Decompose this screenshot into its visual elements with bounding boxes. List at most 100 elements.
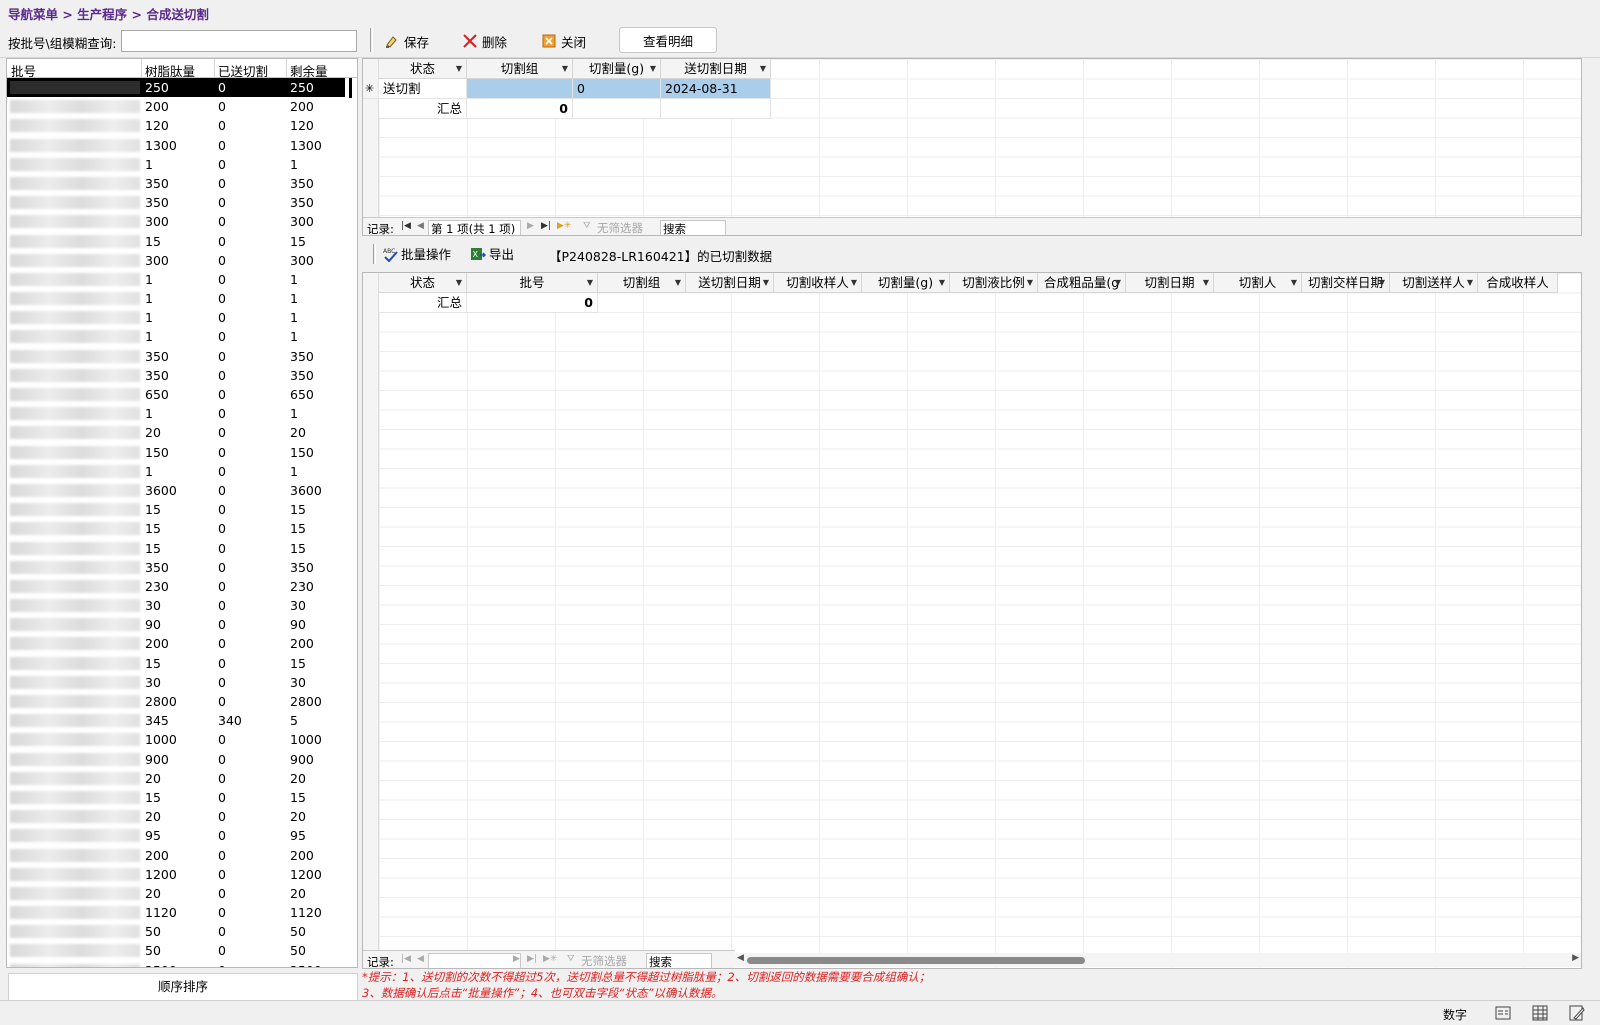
- batch-row[interactable]: 15 0 15: [7, 500, 357, 519]
- batch-list-scrollbar[interactable]: [345, 78, 357, 967]
- batch-row[interactable]: 1 0 1: [7, 462, 357, 481]
- top-row-group[interactable]: [467, 79, 573, 99]
- batch-row[interactable]: 1 0 1: [7, 155, 357, 174]
- dropdown-arrow-icon[interactable]: ▼: [851, 273, 857, 292]
- batch-row[interactable]: 2800 0 2800: [7, 692, 357, 711]
- bottom-col-4[interactable]: 切割收样人 ▼: [774, 273, 862, 293]
- batch-row[interactable]: 15 0 15: [7, 232, 357, 251]
- dropdown-arrow-icon[interactable]: ▼: [675, 273, 681, 292]
- no-filter-label[interactable]: 无筛选器: [581, 953, 627, 968]
- top-col-status[interactable]: 状态 ▼: [379, 59, 467, 79]
- batch-row[interactable]: 200 0 200: [7, 846, 357, 865]
- bottom-col-7[interactable]: 合成粗品量(g ▼: [1038, 273, 1126, 293]
- record-position-input[interactable]: 第 1 项(共 1 项): [428, 220, 521, 235]
- export-button[interactable]: X 导出: [470, 244, 514, 263]
- batch-row[interactable]: 15 0 15: [7, 519, 357, 538]
- batch-row[interactable]: 350 0 350: [7, 558, 357, 577]
- batch-row[interactable]: 50 0 50: [7, 922, 357, 941]
- bottom-col-8[interactable]: 切割日期 ▼: [1126, 273, 1214, 293]
- batch-row[interactable]: 1 0 1: [7, 308, 357, 327]
- dropdown-arrow-icon[interactable]: ▼: [1203, 273, 1209, 292]
- batch-list[interactable]: 批号 树脂肽量 已送切割 剩余量 250 0 250 200 0 200 120 0 120 13…: [6, 58, 358, 968]
- dropdown-arrow-icon[interactable]: ▼: [1291, 273, 1297, 292]
- batch-row[interactable]: 1 0 1: [7, 270, 357, 289]
- batch-row[interactable]: 345 340 5: [7, 711, 357, 730]
- design-view-icon[interactable]: [1568, 1004, 1586, 1022]
- form-view-icon[interactable]: [1494, 1004, 1512, 1022]
- top-row-date[interactable]: 2024-08-31: [661, 79, 771, 99]
- batch-row[interactable]: 350 0 350: [7, 193, 357, 212]
- dropdown-arrow-icon[interactable]: ▼: [1467, 273, 1473, 292]
- horizontal-scrollbar[interactable]: ◀ ▶: [735, 953, 1581, 967]
- batch-row[interactable]: 300 0 300: [7, 212, 357, 231]
- scroll-right-icon[interactable]: ▶: [1572, 953, 1579, 963]
- scroll-left-icon[interactable]: ◀: [737, 953, 744, 963]
- bottom-col-6[interactable]: 切割液比例 ▼: [950, 273, 1038, 293]
- dropdown-arrow-icon[interactable]: ▼: [562, 59, 568, 78]
- view-detail-button[interactable]: 查看明细: [619, 27, 717, 53]
- last-record-icon[interactable]: ▶|: [541, 221, 551, 231]
- record-position-input[interactable]: [428, 953, 521, 968]
- first-record-icon[interactable]: |◀: [401, 221, 411, 231]
- batch-row[interactable]: 15 0 15: [7, 539, 357, 558]
- batch-row[interactable]: 250 0 250: [7, 78, 347, 98]
- bottom-col-10[interactable]: 切割交样日期 ▼: [1302, 273, 1390, 293]
- batch-row[interactable]: 30 0 30: [7, 673, 357, 692]
- scrollbar-thumb[interactable]: [349, 78, 352, 98]
- bottom-col-2[interactable]: 切割组 ▼: [598, 273, 686, 293]
- dropdown-arrow-icon[interactable]: ▼: [587, 273, 593, 292]
- batch-row[interactable]: 3600 0 3600: [7, 481, 357, 500]
- dropdown-arrow-icon[interactable]: ▼: [760, 59, 766, 78]
- bottom-col-11[interactable]: 切割送样人 ▼: [1390, 273, 1478, 293]
- bottom-col-3[interactable]: 送切割日期 ▼: [686, 273, 774, 293]
- batch-row[interactable]: 150 0 150: [7, 443, 357, 462]
- dropdown-arrow-icon[interactable]: ▼: [939, 273, 945, 292]
- top-col-date[interactable]: 送切割日期 ▼: [661, 59, 771, 79]
- dropdown-arrow-icon[interactable]: ▼: [1115, 273, 1121, 292]
- new-record-icon[interactable]: ▶✳: [557, 221, 571, 231]
- batch-row[interactable]: 200 0 200: [7, 634, 357, 653]
- top-search-input[interactable]: 搜索: [660, 220, 726, 235]
- next-record-icon[interactable]: ▶: [513, 954, 520, 964]
- batch-row[interactable]: 90 0 90: [7, 615, 357, 634]
- batch-row[interactable]: 50 0 50: [7, 941, 357, 960]
- bottom-col-1[interactable]: 批号 ▼: [467, 273, 598, 293]
- bottom-col-12[interactable]: 合成收样人: [1478, 273, 1558, 293]
- batch-row[interactable]: 350 0 350: [7, 174, 357, 193]
- batch-row[interactable]: 230 0 230: [7, 577, 357, 596]
- dropdown-arrow-icon[interactable]: ▼: [1027, 273, 1033, 292]
- close-button[interactable]: 关闭: [541, 29, 586, 53]
- batch-row[interactable]: 1300 0 1300: [7, 136, 357, 155]
- delete-button[interactable]: 删除: [462, 29, 507, 53]
- top-col-group[interactable]: 切割组 ▼: [467, 59, 573, 79]
- batch-row[interactable]: 120 0 120: [7, 116, 357, 135]
- bottom-search-input[interactable]: 搜索: [646, 953, 712, 968]
- top-col-qty[interactable]: 切割量(g) ▼: [573, 59, 661, 79]
- no-filter-label[interactable]: 无筛选器: [597, 220, 643, 235]
- dropdown-arrow-icon[interactable]: ▼: [456, 59, 462, 78]
- batch-row[interactable]: 1000 0 1000: [7, 730, 357, 749]
- top-row-status[interactable]: 送切割: [379, 79, 467, 99]
- last-record-icon[interactable]: ▶|: [527, 954, 537, 964]
- dropdown-arrow-icon[interactable]: ▼: [763, 273, 769, 292]
- batch-row[interactable]: 650 0 650: [7, 385, 357, 404]
- batch-row[interactable]: 30 0 30: [7, 596, 357, 615]
- batch-row[interactable]: 1120 0 1120: [7, 903, 357, 922]
- batch-operation-button[interactable]: ABC 批量操作: [382, 244, 451, 263]
- dropdown-arrow-icon[interactable]: ▼: [1379, 273, 1385, 292]
- bottom-col-9[interactable]: 切割人 ▼: [1214, 273, 1302, 293]
- new-record-icon[interactable]: ▶✳: [543, 954, 557, 964]
- batch-row[interactable]: 2500 0 2500: [7, 961, 357, 967]
- batch-row[interactable]: 1 0 1: [7, 289, 357, 308]
- batch-row[interactable]: 20 0 20: [7, 807, 357, 826]
- first-record-icon[interactable]: |◀: [401, 954, 411, 964]
- scrollbar-thumb[interactable]: [747, 957, 1085, 964]
- batch-row[interactable]: 20 0 20: [7, 769, 357, 788]
- batch-row[interactable]: 900 0 900: [7, 750, 357, 769]
- prev-record-icon[interactable]: ◀: [417, 954, 424, 964]
- batch-row[interactable]: 1 0 1: [7, 327, 357, 346]
- save-button[interactable]: 保存: [384, 29, 429, 53]
- batch-row[interactable]: 300 0 300: [7, 251, 357, 270]
- batch-row[interactable]: 15 0 15: [7, 654, 357, 673]
- batch-row[interactable]: 95 0 95: [7, 826, 357, 845]
